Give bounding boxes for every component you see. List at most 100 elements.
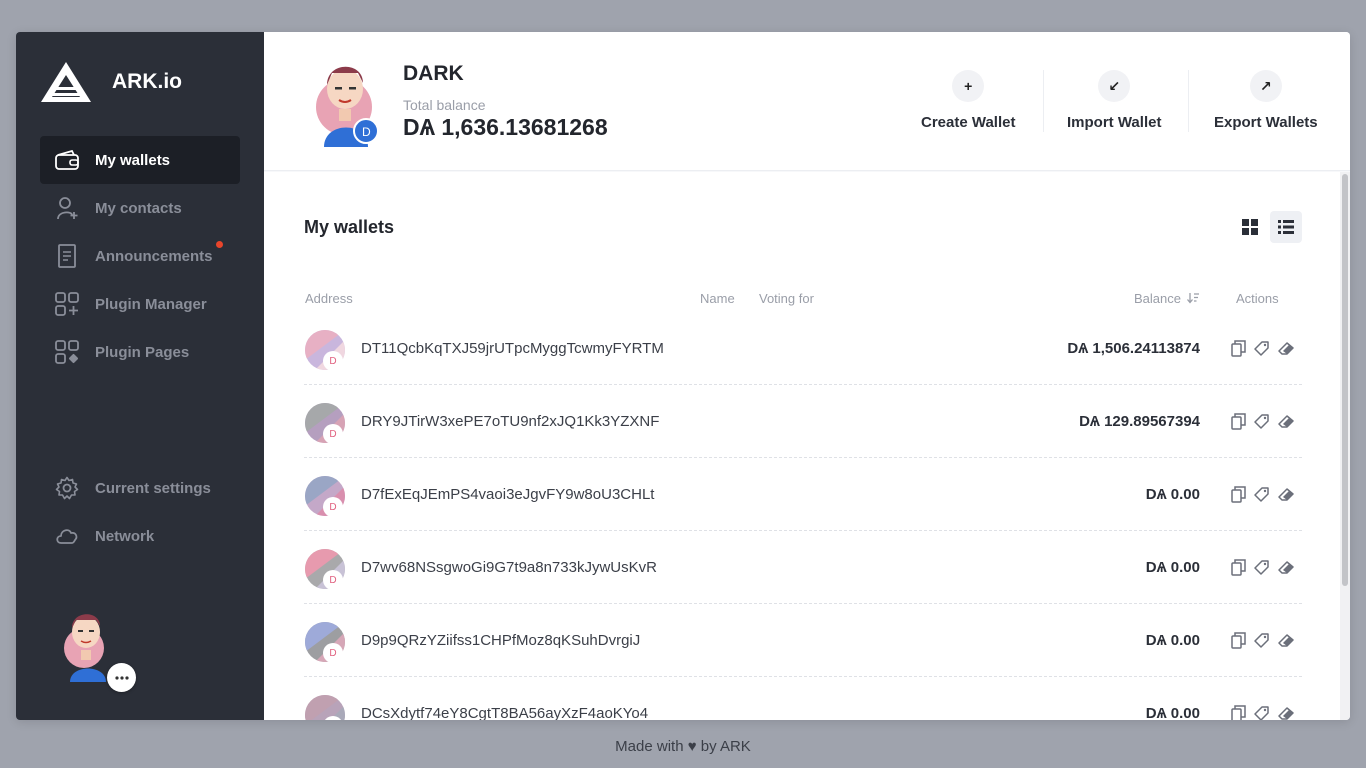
- sidebar-item-plugin-pages[interactable]: Plugin Pages: [40, 328, 240, 376]
- sidebar-item-my-wallets[interactable]: My wallets: [40, 136, 240, 184]
- eraser-icon: [1278, 341, 1294, 355]
- table-row[interactable]: D D7wv68NSsgwoGi9G7t9a8n733kJywUsKvR DѦ 0.…: [304, 531, 1302, 604]
- ark-logo: [41, 62, 91, 102]
- sidebar-item-announcements[interactable]: Announcements: [40, 232, 240, 280]
- plus-icon: +: [952, 70, 985, 102]
- column-header-voting-for[interactable]: Voting for: [759, 291, 814, 306]
- sidebar-item-label: Network: [95, 527, 155, 545]
- page-title: My wallets: [304, 217, 395, 237]
- column-header-address[interactable]: Address: [305, 291, 353, 306]
- create-wallet-button[interactable]: + Create Wallet: [921, 70, 1015, 131]
- delete-wallet-button[interactable]: [1277, 630, 1295, 650]
- wallet-address[interactable]: DRY9JTirW3xePE7oTU9nf2xJQ1Kk3YZXNF: [361, 413, 659, 430]
- sidebar-item-label: Announcements: [95, 247, 213, 265]
- copy-address-button[interactable]: [1229, 411, 1247, 431]
- column-header-name[interactable]: Name: [700, 291, 735, 306]
- table-row[interactable]: D DRY9JTirW3xePE7oTU9nf2xJQ1Kk3YZXNF DѦ 12…: [304, 385, 1302, 458]
- copy-address-button[interactable]: [1229, 703, 1247, 720]
- list-view-button[interactable]: [1270, 211, 1302, 243]
- eraser-icon: [1278, 706, 1294, 720]
- wallet-address[interactable]: D9p9QRzYZiifss1CHPfMoz8qKSuhDvrgiJ: [361, 632, 640, 649]
- wallet-name: DARK: [403, 62, 464, 85]
- tag-icon: [1253, 340, 1269, 356]
- tag-icon: [1253, 559, 1269, 575]
- eraser-icon: [1278, 560, 1294, 574]
- table-row[interactable]: D DT11QcbKqTXJ59jrUTpcMyggTcwmyFYRTM DѦ 1,…: [304, 312, 1302, 385]
- contacts-icon: [54, 195, 80, 221]
- eraser-icon: [1278, 633, 1294, 647]
- column-header-balance[interactable]: Balance: [1134, 291, 1199, 306]
- rename-wallet-button[interactable]: [1252, 703, 1270, 720]
- delete-wallet-button[interactable]: [1277, 338, 1295, 358]
- rename-wallet-button[interactable]: [1252, 630, 1270, 650]
- copy-address-button[interactable]: [1229, 338, 1247, 358]
- wallet-header: D DARK Total balance DѦ 1,636.13681268 +…: [264, 32, 1350, 171]
- wallet-balance: DѦ 0.00: [1145, 486, 1200, 503]
- wallet-address[interactable]: DCsXdytf74eY8CgtT8BA56ayXzF4aoKYo4: [361, 705, 648, 720]
- divider: [1043, 70, 1044, 132]
- list-view-icon: [1278, 220, 1294, 234]
- sort-desc-icon: [1186, 293, 1199, 304]
- table-row[interactable]: D D9p9QRzYZiifss1CHPfMoz8qKSuhDvrgiJ DѦ 0.…: [304, 604, 1302, 677]
- copy-icon: [1230, 631, 1246, 649]
- delete-wallet-button[interactable]: [1277, 411, 1295, 431]
- brand-name: ARK.io: [112, 70, 182, 93]
- footer-text: Made with ♥ by ARK: [615, 738, 751, 755]
- sidebar-item-label: My contacts: [95, 199, 182, 217]
- eraser-icon: [1278, 414, 1294, 428]
- copy-address-button[interactable]: [1229, 630, 1247, 650]
- announcements-icon: [54, 243, 80, 269]
- profile-menu-button[interactable]: [107, 663, 136, 692]
- wallet-balance: DѦ 0.00: [1145, 705, 1200, 720]
- plugin-manager-icon: [54, 291, 80, 317]
- copy-address-button[interactable]: [1229, 557, 1247, 577]
- table-row[interactable]: D D7fExEqJEmPS4vaoi3eJgvFY9w8oU3CHLt DѦ 0.…: [304, 458, 1302, 531]
- copy-icon: [1230, 339, 1246, 357]
- rename-wallet-button[interactable]: [1252, 338, 1270, 358]
- wallet-address[interactable]: D7fExEqJEmPS4vaoi3eJgvFY9w8oU3CHLt: [361, 486, 654, 503]
- sidebar-item-current-settings[interactable]: Current settings: [40, 464, 240, 512]
- wallet-balance: DѦ 0.00: [1145, 632, 1200, 649]
- sidebar-item-my-contacts[interactable]: My contacts: [40, 184, 240, 232]
- wallet-address[interactable]: D7wv68NSsgwoGi9G7t9a8n733kJywUsKvR: [361, 559, 657, 576]
- wallet-icon: [54, 147, 80, 173]
- network-badge: D: [323, 497, 343, 517]
- network-badge: D: [323, 643, 343, 663]
- scrollbar[interactable]: [1340, 172, 1350, 720]
- wallet-balance: DѦ 1,506.24113874: [1067, 340, 1200, 357]
- scrollbar-thumb[interactable]: [1342, 174, 1348, 586]
- sidebar: ARK.io My wallets My contacts Announceme…: [16, 32, 264, 720]
- sidebar-item-plugin-manager[interactable]: Plugin Manager: [40, 280, 240, 328]
- table-row[interactable]: DDCsXdytf74eY8CgtT8BA56ayXzF4aoKYo4DѦ 0.…: [304, 677, 1302, 720]
- delete-wallet-button[interactable]: [1277, 703, 1295, 720]
- tag-icon: [1253, 632, 1269, 648]
- sidebar-item-label: Current settings: [95, 479, 211, 497]
- wallet-address[interactable]: DT11QcbKqTXJ59jrUTpcMyggTcwmyFYRTM: [361, 340, 664, 357]
- total-balance-value: DѦ 1,636.13681268: [403, 114, 608, 140]
- network-badge: D: [323, 424, 343, 444]
- notification-dot: [216, 241, 223, 248]
- brand[interactable]: ARK.io: [40, 60, 182, 104]
- eraser-icon: [1278, 487, 1294, 501]
- export-wallets-button[interactable]: ↗ Export Wallets: [1214, 70, 1318, 131]
- rename-wallet-button[interactable]: [1252, 484, 1270, 504]
- import-icon: ↙: [1098, 70, 1131, 102]
- network-badge: D: [323, 570, 343, 590]
- grid-view-button[interactable]: [1234, 211, 1266, 243]
- copy-address-button[interactable]: [1229, 484, 1247, 504]
- copy-icon: [1230, 704, 1246, 720]
- rename-wallet-button[interactable]: [1252, 411, 1270, 431]
- import-wallet-button[interactable]: ↙ Import Wallet: [1067, 70, 1161, 131]
- grid-view-icon: [1242, 219, 1258, 235]
- sidebar-item-label: My wallets: [95, 151, 171, 169]
- wallets-panel: My wallets Address Name Voting for Balan…: [264, 172, 1340, 720]
- delete-wallet-button[interactable]: [1277, 484, 1295, 504]
- delete-wallet-button[interactable]: [1277, 557, 1295, 577]
- tag-icon: [1253, 486, 1269, 502]
- sidebar-item-label: Plugin Pages: [95, 343, 190, 361]
- app-window: ARK.io My wallets My contacts Announceme…: [16, 32, 1350, 720]
- settings-icon: [54, 475, 80, 501]
- sidebar-item-network[interactable]: Network: [40, 512, 240, 560]
- wallet-avatar: D: [316, 66, 379, 147]
- rename-wallet-button[interactable]: [1252, 557, 1270, 577]
